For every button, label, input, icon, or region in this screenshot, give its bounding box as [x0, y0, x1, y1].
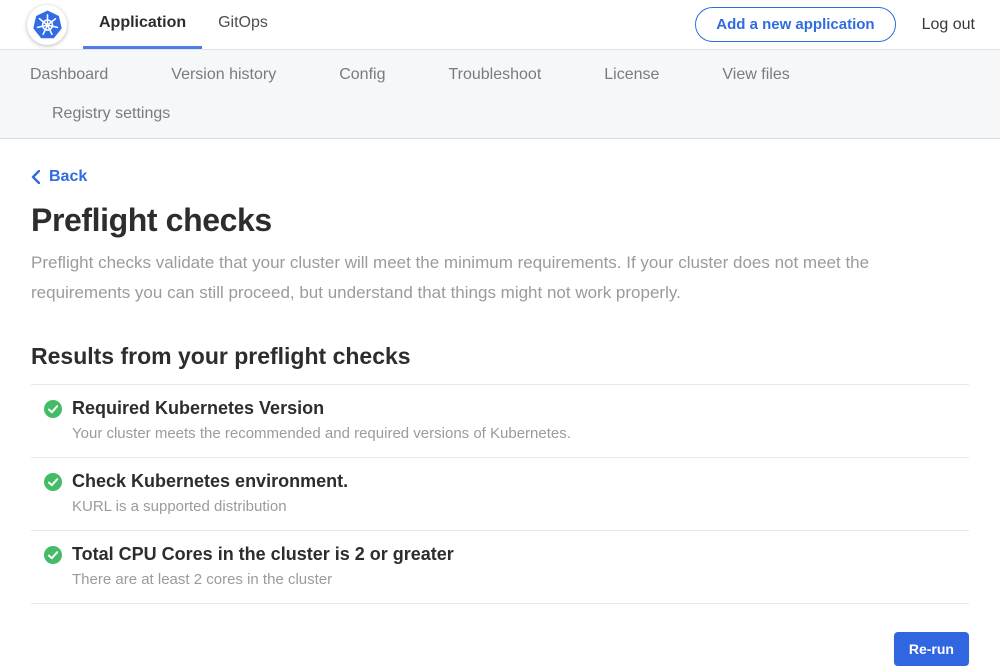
- top-navbar: Application GitOps Add a new application…: [0, 0, 1000, 50]
- actions-bar: Re-run: [31, 632, 969, 666]
- app-subnav: Dashboard Version history Config Trouble…: [0, 50, 1000, 139]
- kubernetes-logo[interactable]: [27, 5, 67, 45]
- check-message: There are at least 2 cores in the cluste…: [72, 571, 969, 588]
- subnav-item-troubleshoot[interactable]: Troubleshoot: [428, 55, 561, 94]
- preflight-check-row: Check Kubernetes environment. KURL is a …: [31, 457, 969, 530]
- chevron-left-icon: [31, 170, 40, 184]
- page-title: Preflight checks: [31, 202, 969, 239]
- preflight-check-row: Total CPU Cores in the cluster is 2 or g…: [31, 530, 969, 603]
- check-passed-icon: [44, 400, 62, 418]
- primary-tabs: Application GitOps: [83, 0, 284, 49]
- back-link-label: Back: [49, 168, 87, 186]
- subnav-item-view-files[interactable]: View files: [702, 55, 809, 94]
- subnav-item-license[interactable]: License: [584, 55, 679, 94]
- check-passed-icon: [44, 473, 62, 491]
- check-passed-icon: [44, 546, 62, 564]
- logout-link[interactable]: Log out: [922, 16, 975, 34]
- preflight-results-list: Required Kubernetes Version Your cluster…: [31, 384, 969, 604]
- check-title: Check Kubernetes environment.: [72, 471, 348, 492]
- subnav-item-dashboard[interactable]: Dashboard: [10, 55, 128, 94]
- rerun-button[interactable]: Re-run: [894, 632, 969, 666]
- preflight-page: Back Preflight checks Preflight checks v…: [31, 139, 969, 666]
- tab-application[interactable]: Application: [83, 0, 202, 49]
- kubernetes-helm-icon: [32, 9, 63, 40]
- back-link[interactable]: Back: [31, 168, 87, 186]
- preflight-check-row: Required Kubernetes Version Your cluster…: [31, 384, 969, 457]
- check-title: Required Kubernetes Version: [72, 398, 324, 419]
- subnav-item-config[interactable]: Config: [319, 55, 405, 94]
- results-heading: Results from your preflight checks: [31, 343, 969, 370]
- check-title: Total CPU Cores in the cluster is 2 or g…: [72, 544, 454, 565]
- subnav-item-registry-settings[interactable]: Registry settings: [32, 94, 190, 133]
- check-message: Your cluster meets the recommended and r…: [72, 425, 969, 442]
- add-new-application-button[interactable]: Add a new application: [695, 7, 895, 42]
- check-message: KURL is a supported distribution: [72, 498, 969, 515]
- subnav-item-version-history[interactable]: Version history: [151, 55, 296, 94]
- tab-gitops[interactable]: GitOps: [202, 0, 284, 49]
- page-description: Preflight checks validate that your clus…: [31, 248, 969, 308]
